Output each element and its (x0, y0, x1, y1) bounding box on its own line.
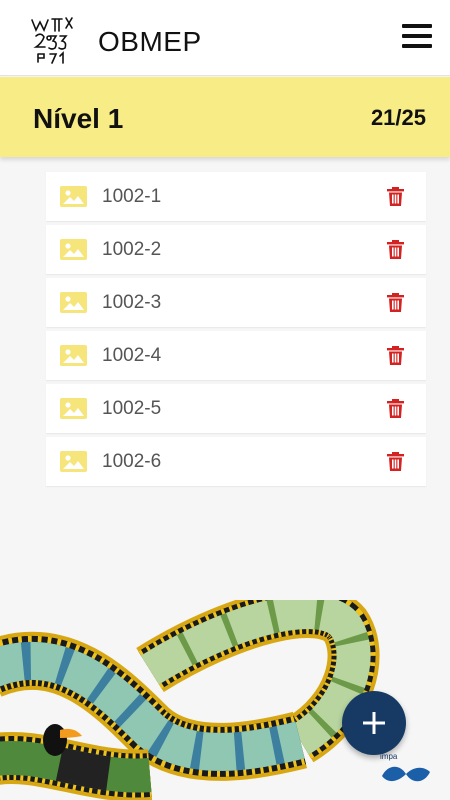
list-item-label: 1002-3 (102, 292, 162, 313)
impa-logo-icon (382, 766, 430, 782)
image-icon (60, 451, 87, 472)
list-item-label: 1002-5 (102, 398, 162, 419)
level-title: Nível 1 (33, 103, 124, 134)
list-item-label: 1002-1 (102, 186, 162, 207)
list-item[interactable]: 1002-2 (46, 225, 426, 274)
obmep-logo-icon (31, 17, 73, 64)
impa-logo: impa (378, 752, 434, 786)
list-item[interactable]: 1002-6 (46, 437, 426, 486)
list-item[interactable]: 1002-4 (46, 331, 426, 380)
add-button[interactable] (342, 691, 406, 755)
image-list: 1002-1 1002-2 1002-3 1002-4 1002-5 1002-… (46, 172, 426, 490)
trash-icon[interactable] (387, 346, 404, 365)
image-icon (60, 239, 87, 260)
app-title: OBMEP (98, 26, 202, 57)
list-item[interactable]: 1002-3 (46, 278, 426, 327)
trash-icon[interactable] (387, 187, 404, 206)
list-item[interactable]: 1002-1 (46, 172, 426, 221)
impa-logo-text: impa (380, 752, 398, 761)
trash-icon[interactable] (387, 452, 404, 471)
trash-icon[interactable] (387, 293, 404, 312)
list-item-label: 1002-4 (102, 345, 162, 366)
hamburger-menu-icon[interactable] (402, 24, 432, 50)
trash-icon[interactable] (387, 240, 404, 259)
trash-icon[interactable] (387, 399, 404, 418)
app-bar: OBMEP (0, 0, 450, 76)
level-progress-count: 21/25 (370, 105, 426, 130)
list-item[interactable]: 1002-5 (46, 384, 426, 433)
list-item-label: 1002-6 (102, 451, 162, 472)
image-icon (60, 398, 87, 419)
add-icon (363, 712, 385, 734)
image-icon (60, 186, 87, 207)
list-item-label: 1002-2 (102, 239, 162, 260)
level-header: Nível 1 21/25 (0, 77, 450, 157)
image-icon (60, 345, 87, 366)
image-icon (60, 292, 87, 313)
